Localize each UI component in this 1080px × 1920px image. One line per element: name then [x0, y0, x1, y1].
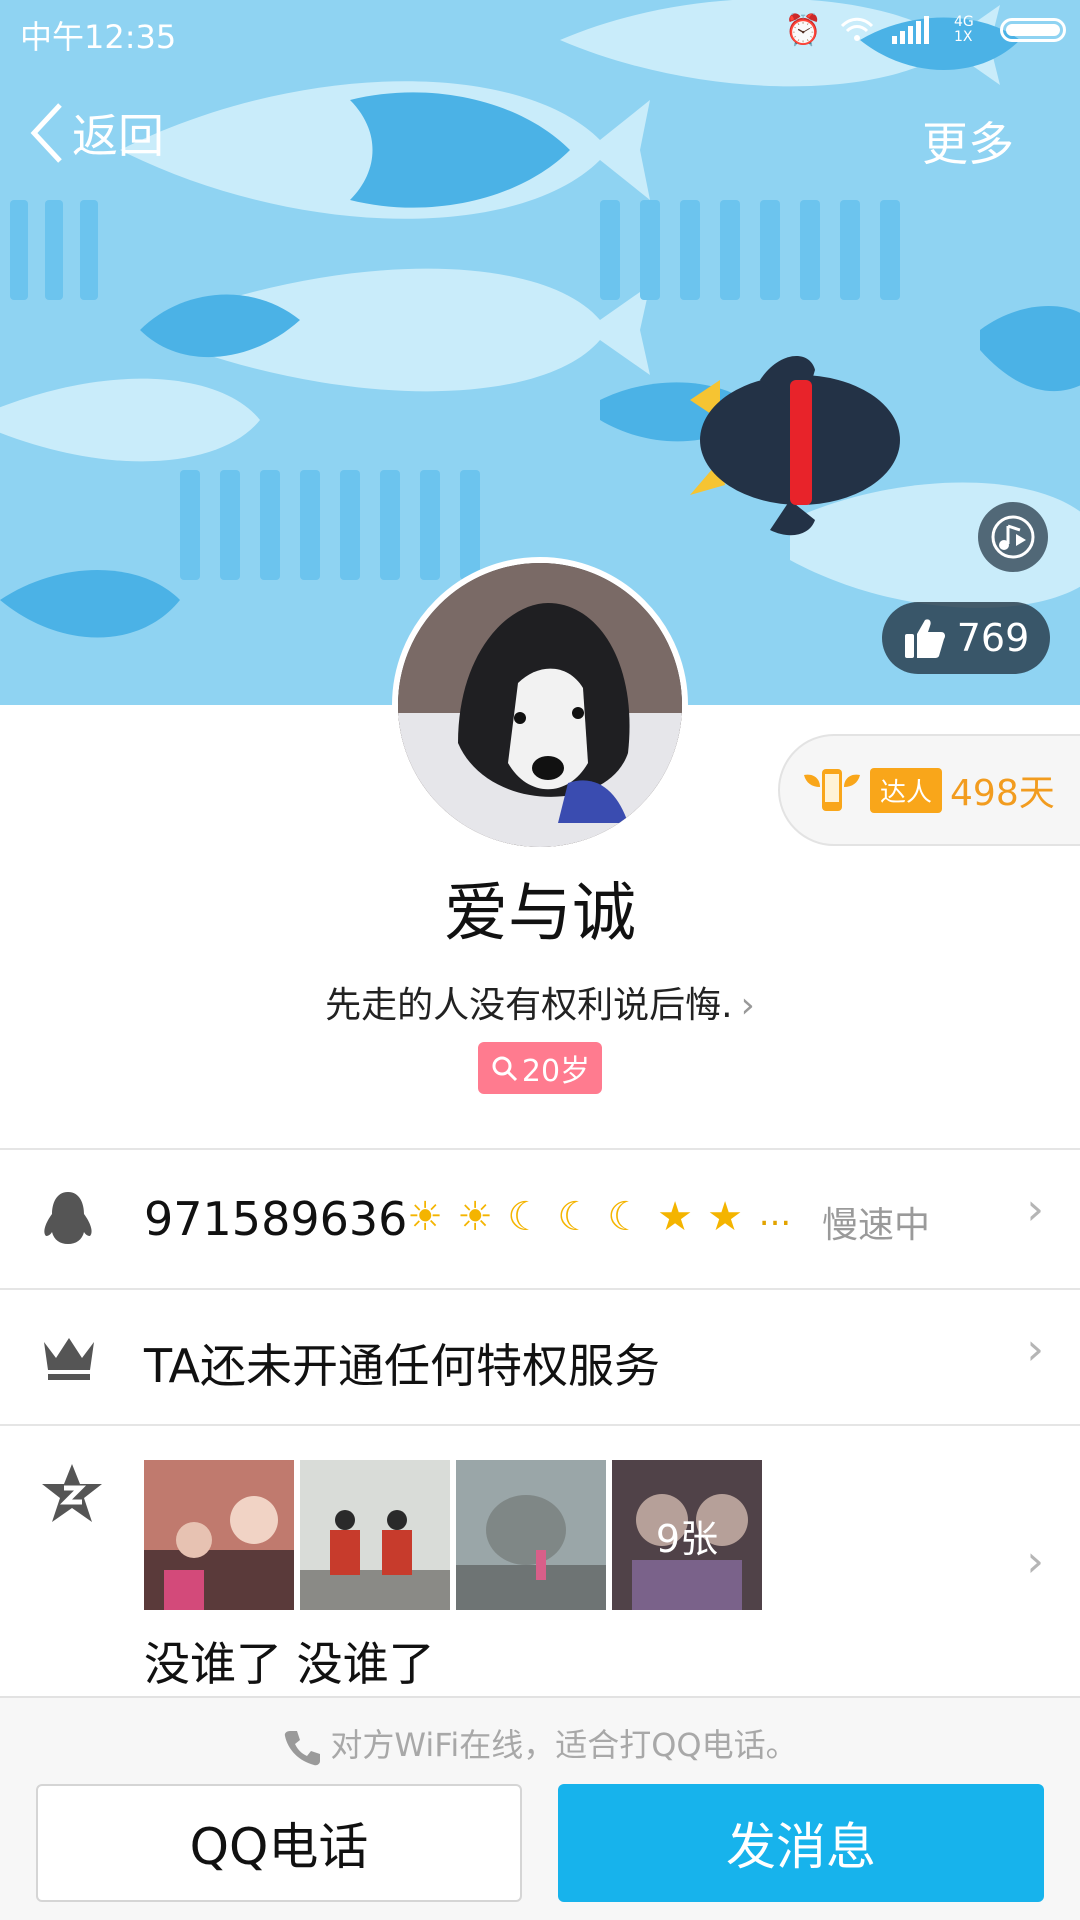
chevron-right-icon: › [1026, 1184, 1044, 1235]
status-bar: 中午12:35 ⏰ 4G 1X [0, 0, 1080, 60]
music-button[interactable] [978, 502, 1048, 572]
sun-icon: ☀ [457, 1194, 493, 1240]
moon-icon: ☾ [507, 1194, 543, 1240]
photo-strip: 9张 [144, 1460, 762, 1610]
crown-icon [44, 1338, 94, 1380]
send-message-button[interactable]: 发消息 [558, 1784, 1044, 1902]
music-note-icon [991, 515, 1035, 559]
photo-thumbnail[interactable] [456, 1460, 606, 1610]
thumbs-up-icon [904, 619, 945, 658]
chevron-right-icon: › [1026, 1536, 1044, 1587]
moon-icon: ☾ [607, 1194, 643, 1240]
chevron-right-icon: › [740, 985, 755, 1026]
penguin-icon [44, 1192, 92, 1244]
age-text: 20岁 [521, 1054, 591, 1089]
level-more: ... [758, 1194, 792, 1234]
female-icon [492, 1056, 517, 1082]
signal-icon [892, 16, 929, 44]
like-button[interactable]: 769 [882, 602, 1050, 674]
alarm-icon: ⏰ [784, 12, 822, 48]
moon-icon: ☾ [557, 1194, 593, 1240]
battery-icon [1000, 18, 1066, 42]
like-count: 769 [956, 616, 1030, 660]
signature-text: 先走的人没有权利说后悔. [325, 985, 733, 1026]
daren-badge[interactable]: 达人 498天 [778, 734, 1080, 846]
avatar-image [398, 563, 682, 847]
wifi-tip-text: 对方WiFi在线，适合打QQ电话。 [330, 1726, 798, 1764]
daren-days: 498天 [950, 773, 1055, 814]
qq-number: 971589636 [144, 1192, 408, 1246]
sun-icon: ☀ [407, 1194, 443, 1240]
chevron-left-icon [30, 103, 62, 163]
qq-call-button[interactable]: QQ电话 [36, 1784, 522, 1902]
status-time: 中午12:35 [20, 18, 177, 56]
chevron-right-icon: › [1026, 1324, 1044, 1375]
phone-wings-icon [804, 769, 860, 811]
star-icon: ★ [707, 1194, 743, 1240]
bottom-action-bar: 对方WiFi在线，适合打QQ电话。 QQ电话 发消息 [0, 1696, 1080, 1920]
back-button[interactable]: 返回 [28, 100, 164, 166]
photo-thumbnail[interactable] [300, 1460, 450, 1610]
photo-thumbnail[interactable] [144, 1460, 294, 1610]
photo-count: 9张 [612, 1460, 762, 1610]
avatar[interactable] [392, 557, 688, 853]
back-label: 返回 [72, 109, 164, 163]
photo-thumbnail[interactable]: 9张 [612, 1460, 762, 1610]
top-nav: 返回 更多 [0, 90, 1080, 180]
network-type: 4G 1X [954, 14, 974, 45]
qzone-star-icon [42, 1464, 102, 1522]
daren-label: 达人 [870, 767, 943, 813]
more-button[interactable]: 更多 [922, 108, 1014, 174]
qq-level-icons: ☀ ☀ ☾ ☾ ☾ ★ ★ ... [402, 1194, 798, 1240]
age-tag: 20岁 [478, 1042, 602, 1094]
signature-row[interactable]: 先走的人没有权利说后悔. › [0, 976, 1080, 1028]
nickname: 爱与诚 [444, 877, 636, 951]
mood-text: 没谁了 没谁了 [144, 1637, 435, 1691]
star-icon: ★ [657, 1194, 693, 1240]
privilege-text: TA还未开通任何特权服务 [144, 1339, 660, 1393]
phone-icon [285, 1731, 321, 1766]
wifi-icon [840, 17, 874, 41]
speed-status: 慢速中 [822, 1205, 931, 1246]
wifi-tip: 对方WiFi在线，适合打QQ电话。 [0, 1720, 1080, 1767]
